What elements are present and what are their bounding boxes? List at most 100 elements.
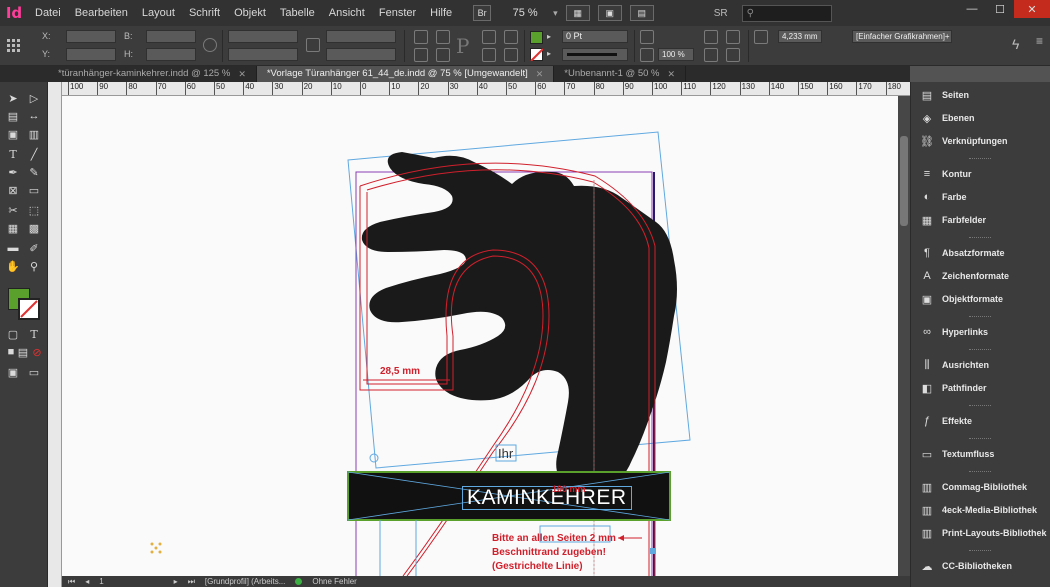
maximize-icon[interactable]: ☐ — [986, 0, 1014, 18]
prev-page-icon[interactable]: ◂ — [85, 577, 89, 586]
select-previous-icon[interactable] — [504, 30, 518, 44]
small-frame-text[interactable]: Ihr — [498, 446, 513, 461]
panel-item-library[interactable]: ▥ Commag-Bibliothek — [911, 476, 1050, 498]
last-page-icon[interactable]: ⏭ — [188, 577, 195, 587]
gradient-feather-tool-icon[interactable]: ▩ — [25, 220, 43, 236]
free-transform-tool-icon[interactable]: ⬚ — [25, 202, 43, 218]
rotate-cw-icon[interactable] — [414, 30, 428, 44]
menu-bearbeiten[interactable]: Bearbeiten — [68, 0, 135, 26]
bridge-button[interactable]: Br — [473, 5, 492, 21]
auto-fit-icon[interactable] — [754, 30, 768, 44]
close-icon[interactable]: ✕ — [536, 66, 544, 82]
stroke-dropdown-icon[interactable]: ▸ — [547, 49, 551, 58]
direct-selection-tool-icon[interactable]: ▷ — [25, 90, 43, 106]
menu-hilfe[interactable]: Hilfe — [423, 0, 459, 26]
selection-tool-icon[interactable]: ➤ — [4, 90, 22, 106]
view-options-icon[interactable]: ▦ — [565, 5, 590, 21]
fill-dropdown-icon[interactable]: ▸ — [547, 32, 551, 41]
tab-vorlage[interactable]: *Vorlage Türanhänger 61_44_de.indd @ 75 … — [256, 66, 555, 82]
panel-group-grip[interactable] — [969, 237, 991, 240]
select-container-icon[interactable] — [482, 30, 496, 44]
panel-item-library[interactable]: ▥ 4eck-Media-Bibliothek — [911, 499, 1050, 521]
pen-tool-icon[interactable]: ✒ — [4, 164, 22, 180]
eyedropper-tool-icon[interactable]: ✐ — [25, 240, 43, 256]
link-icon[interactable] — [306, 38, 320, 52]
chevron-down-icon[interactable]: ▾ — [553, 8, 558, 19]
first-page-icon[interactable]: ⏮ — [68, 577, 75, 587]
scale-y-field[interactable] — [228, 48, 298, 61]
pencil-tool-icon[interactable]: ✎ — [25, 164, 43, 180]
content-collector-icon[interactable]: ▣ — [4, 126, 22, 142]
gradient-swatch-tool-icon[interactable]: ▦ — [4, 220, 22, 236]
screen-mode-icon[interactable]: ▣ — [597, 5, 622, 21]
opacity-field[interactable]: 100 % — [658, 48, 694, 61]
panel-item-links[interactable]: ⛓ Verknüpfungen — [911, 130, 1050, 152]
banner-title[interactable]: KAMINKEHRER — [462, 486, 632, 510]
offset-field[interactable]: 4,233 mm — [778, 30, 822, 43]
fitting-icon[interactable] — [704, 48, 718, 62]
shear-field[interactable] — [326, 48, 396, 61]
stroke-color-icon[interactable] — [18, 298, 40, 320]
flip-h-icon[interactable] — [414, 48, 428, 62]
flip-v-icon[interactable] — [436, 48, 450, 62]
line-tool-icon[interactable]: ╱ — [25, 146, 43, 162]
menu-datei[interactable]: Datei — [28, 0, 68, 26]
scissors-tool-icon[interactable]: ✂ — [4, 202, 22, 218]
search-input[interactable]: ⚲ — [741, 4, 832, 22]
panel-item-cc-libraries[interactable]: ☁ CC-Bibliotheken — [911, 555, 1050, 577]
next-page-icon[interactable]: ▸ — [174, 577, 178, 586]
fill-swatch-icon[interactable] — [530, 31, 543, 44]
hand-tool-icon[interactable]: ✋ — [4, 258, 22, 274]
rotation-field[interactable] — [326, 30, 396, 43]
fit-content-icon[interactable] — [726, 48, 740, 62]
x-field[interactable] — [66, 30, 116, 43]
rectangle-tool-icon[interactable]: ▭ — [25, 182, 43, 198]
menu-tabelle[interactable]: Tabelle — [273, 0, 322, 26]
panel-item-pathfinder[interactable]: ◧ Pathfinder — [911, 377, 1050, 399]
panel-item-swatches[interactable]: ▦ Farbfelder — [911, 209, 1050, 231]
menu-objekt[interactable]: Objekt — [227, 0, 273, 26]
rotate-ccw-icon[interactable] — [436, 30, 450, 44]
panel-group-grip[interactable] — [969, 158, 991, 161]
formatting-text-icon[interactable]: T — [25, 326, 43, 342]
width-field[interactable] — [146, 30, 196, 43]
close-icon[interactable]: ✕ — [668, 66, 676, 82]
panel-item-library[interactable]: ▥ Print-Layouts-Bibliothek — [911, 522, 1050, 544]
page-tool-icon[interactable]: ▤ — [4, 108, 22, 124]
vertical-ruler[interactable] — [48, 82, 62, 587]
close-icon[interactable]: ✕ — [238, 66, 246, 82]
panel-group-grip[interactable] — [969, 405, 991, 408]
constrain-proportions-icon[interactable] — [203, 38, 217, 52]
menu-fenster[interactable]: Fenster — [372, 0, 423, 26]
tab-unbenannt[interactable]: *Unbenannt-1 @ 50 % ✕ — [554, 66, 687, 82]
screen-mode-icon[interactable]: ▭ — [25, 364, 43, 380]
y-field[interactable] — [66, 48, 116, 61]
menu-layout[interactable]: Layout — [135, 0, 182, 26]
panel-item-pages[interactable]: ▤ Seiten — [911, 84, 1050, 106]
select-content-icon[interactable] — [482, 48, 496, 62]
menu-schrift[interactable]: Schrift — [182, 0, 227, 26]
type-tool-icon[interactable]: T — [4, 146, 22, 162]
horizontal-ruler[interactable]: 100 90 80 70 60 50 40 30 20 10 0 10 20 30 40 50 60 70 80 90… — [62, 82, 910, 96]
panel-item-stroke[interactable]: ≡ Kontur — [911, 163, 1050, 185]
gap-tool-icon[interactable]: ↔ — [25, 108, 43, 124]
stroke-weight-field[interactable]: 0 Pt — [562, 30, 628, 43]
menu-ansicht[interactable]: Ansicht — [322, 0, 372, 26]
panel-item-object-styles[interactable]: ▣ Objektformate — [911, 288, 1050, 310]
tab-kaminkehrer[interactable]: *türanhänger-kaminkehrer.indd @ 125 % ✕ — [48, 66, 257, 82]
panel-item-layers[interactable]: ◈ Ebenen — [911, 107, 1050, 129]
zoom-level[interactable]: 75 % — [499, 7, 551, 19]
rectangle-frame-tool-icon[interactable]: ⊠ — [4, 182, 22, 198]
close-icon[interactable]: ✕ — [1014, 0, 1050, 18]
panel-item-paragraph-styles[interactable]: ¶ Absatzformate — [911, 242, 1050, 264]
panel-menu-icon[interactable]: ≡ — [1036, 34, 1043, 48]
fit-frame-icon[interactable] — [726, 30, 740, 44]
panel-item-text-wrap[interactable]: ▭ Textumfluss — [911, 443, 1050, 465]
panel-item-align[interactable]: ⫼ Ausrichten — [911, 354, 1050, 376]
scrollbar-thumb[interactable] — [900, 136, 908, 226]
scale-x-field[interactable] — [228, 30, 298, 43]
panel-group-grip[interactable] — [969, 438, 991, 441]
minimize-icon[interactable]: — — [958, 0, 986, 18]
preflight-errors[interactable]: Ohne Fehler — [312, 577, 356, 586]
apply-none-icon[interactable]: ⊘ — [28, 344, 46, 360]
